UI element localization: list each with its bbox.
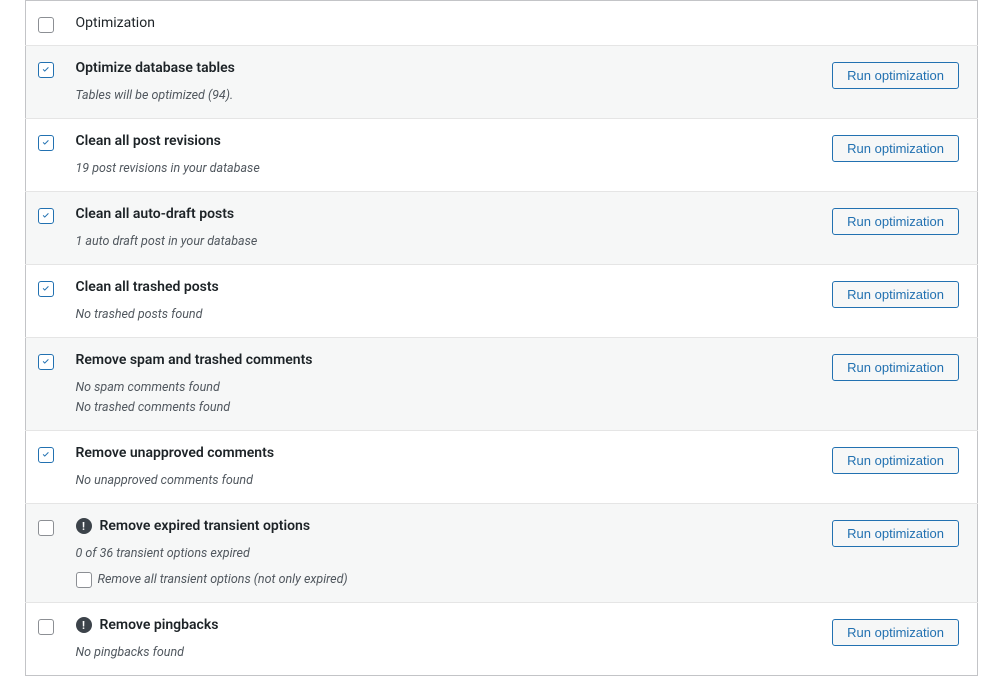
run-optimization-button[interactable]: Run optimization [832,62,959,89]
row-checkbox[interactable] [38,281,54,297]
optimization-title: ! Remove expired transient options [76,518,808,534]
optimization-title-text: Clean all auto-draft posts [76,206,235,222]
table-row: ! Remove expired transient options 0 of 36… [26,504,978,603]
optimization-title: Clean all trashed posts [76,279,808,295]
optimization-description: No unapproved comments found [76,471,808,491]
table-row: Remove unapproved comments No unapproved … [26,431,978,504]
optimization-title-text: Optimize database tables [76,60,235,76]
table-row: Clean all post revisions 19 post revision… [26,119,978,192]
optimization-title-text: Clean all post revisions [76,133,221,149]
warning-icon: ! [76,617,92,633]
optimization-title-text: Remove spam and trashed comments [76,352,313,368]
table-header-row: Optimization [26,1,978,46]
optimization-title: ! Remove pingbacks [76,617,808,633]
row-checkbox[interactable] [38,354,54,370]
table-row: Clean all trashed posts No trashed posts … [26,265,978,338]
optimization-title: Remove unapproved comments [76,445,808,461]
run-optimization-button[interactable]: Run optimization [832,447,959,474]
run-optimization-button[interactable]: Run optimization [832,619,959,646]
table-row: Clean all auto-draft posts 1 auto draft p… [26,192,978,265]
optimization-description: 1 auto draft post in your database [76,232,808,252]
optimization-title-text: Remove unapproved comments [76,445,275,461]
row-checkbox[interactable] [38,447,54,463]
row-checkbox[interactable] [38,62,54,78]
optimization-table: Optimization Optimize database tables Tabl… [25,0,978,676]
row-checkbox[interactable] [38,208,54,224]
run-optimization-button[interactable]: Run optimization [832,281,959,308]
optimization-description: 0 of 36 transient options expired [76,544,808,564]
select-all-checkbox[interactable] [38,17,54,33]
optimization-description: Tables will be optimized (94). [76,86,808,106]
optimization-title-text: Remove expired transient options [100,518,311,534]
optimization-description: No pingbacks found [76,643,808,663]
row-checkbox[interactable] [38,619,54,635]
optimization-description: No spam comments foundNo trashed comment… [76,378,808,418]
table-row: ! Remove pingbacks No pingbacks found Run o… [26,603,978,676]
optimization-title-text: Clean all trashed posts [76,279,219,295]
run-optimization-button[interactable]: Run optimization [832,208,959,235]
run-optimization-button[interactable]: Run optimization [832,520,959,547]
sub-option-label: Remove all transient options (not only e… [98,570,348,590]
optimization-title: Clean all post revisions [76,133,808,149]
sub-option-checkbox[interactable] [76,572,92,588]
row-checkbox[interactable] [38,520,54,536]
optimization-description: No trashed posts found [76,305,808,325]
run-optimization-button[interactable]: Run optimization [832,354,959,381]
column-header-optimization: Optimization [66,1,818,46]
warning-icon: ! [76,518,92,534]
optimization-title: Optimize database tables [76,60,808,76]
table-row: Remove spam and trashed comments No spam … [26,338,978,431]
table-row: Optimize database tables Tables will be o… [26,46,978,119]
run-optimization-button[interactable]: Run optimization [832,135,959,162]
row-checkbox[interactable] [38,135,54,151]
optimization-title: Clean all auto-draft posts [76,206,808,222]
optimization-title: Remove spam and trashed comments [76,352,808,368]
sub-option: Remove all transient options (not only e… [76,570,808,590]
optimization-description: 19 post revisions in your database [76,159,808,179]
optimization-title-text: Remove pingbacks [100,617,219,633]
